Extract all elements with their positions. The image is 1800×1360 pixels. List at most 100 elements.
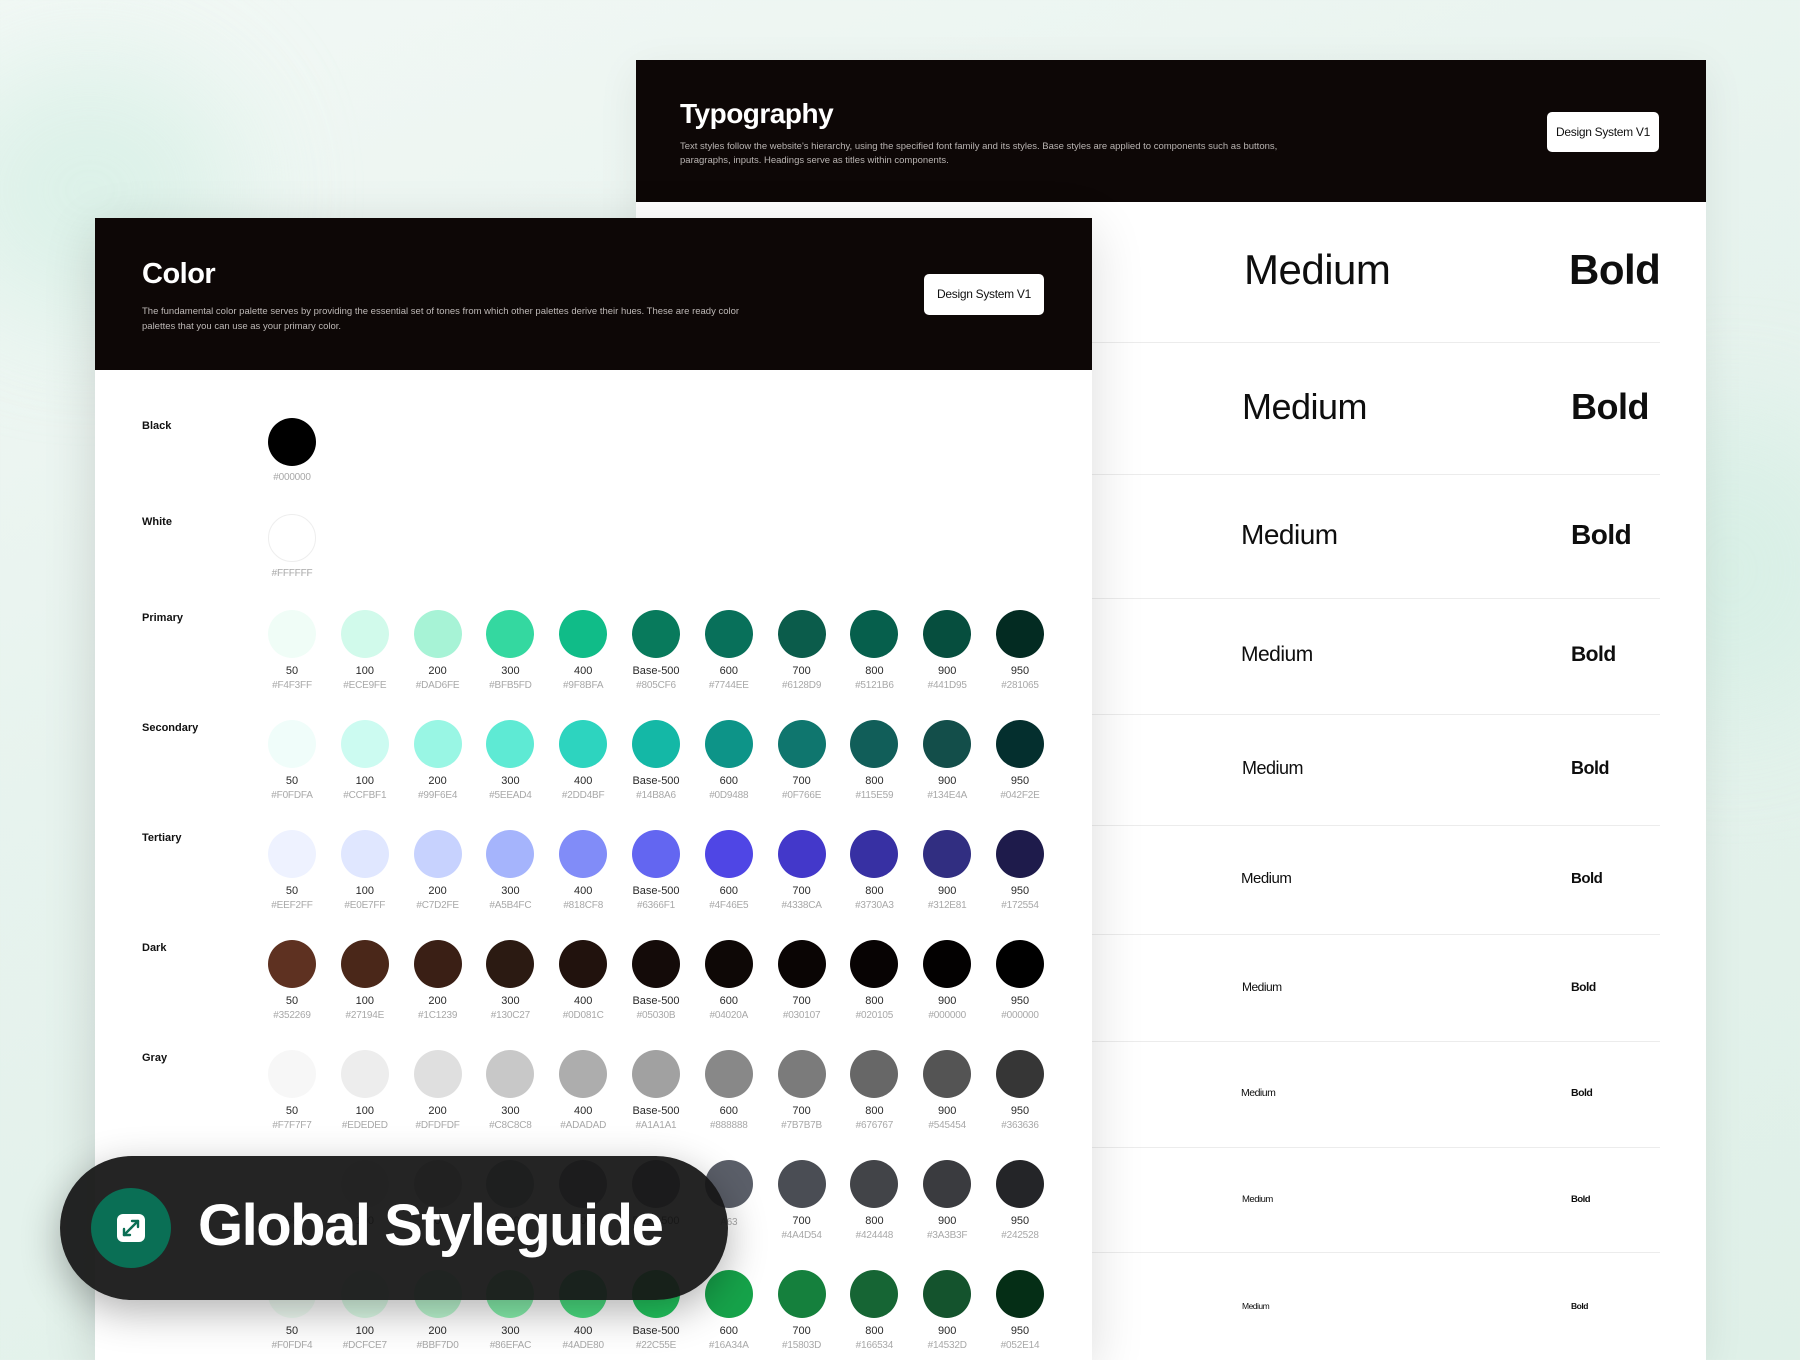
swatch-shade: 100	[355, 665, 374, 677]
swatch-circle	[923, 1050, 972, 1098]
color-swatch[interactable]: 50 #F7F7F7	[256, 1050, 328, 1133]
color-swatch[interactable]: 400 #ADADAD	[547, 1050, 619, 1133]
sample-bold: Bold	[1571, 980, 1596, 995]
swatch-circle	[340, 1050, 389, 1098]
swatch-circle	[268, 514, 316, 562]
color-swatch[interactable]: 950 #042F2E	[984, 720, 1056, 803]
color-swatch[interactable]: 950 #281065	[984, 610, 1056, 693]
badge-label: Global Styleguide	[198, 1193, 664, 1258]
swatch-shade: 300	[501, 1105, 520, 1117]
color-swatch[interactable]: 800 #676767	[838, 1050, 910, 1133]
color-swatch[interactable]: 600 #0D9488	[693, 720, 765, 803]
color-swatch[interactable]: 100 #CCFBF1	[329, 720, 401, 803]
color-swatch[interactable]: 100 #ECE9FE	[329, 610, 401, 693]
swatch-black[interactable]: #000000	[256, 418, 328, 485]
color-swatch[interactable]: 900 #000000	[911, 940, 983, 1023]
swatch-shade: 950	[1010, 775, 1030, 787]
color-swatch[interactable]: 800 #020105	[838, 940, 910, 1023]
color-swatch[interactable]: 900 #312E81	[911, 830, 983, 913]
swatch-circle	[923, 1160, 972, 1208]
swatch-circle	[996, 610, 1044, 658]
color-swatch[interactable]: 400 #9F8BFA	[547, 610, 619, 693]
color-swatch[interactable]: 100 #EDEDED	[329, 1050, 401, 1133]
color-swatch[interactable]: Base-500 #A1A1A1	[620, 1050, 692, 1133]
color-swatch[interactable]: 700 #4A4D54	[766, 1160, 838, 1243]
color-swatch[interactable]: 200 #99F6E4	[402, 720, 474, 803]
color-swatch[interactable]: 50 #F4F3FF	[256, 610, 328, 693]
color-swatch[interactable]: 300 #A5B4FC	[474, 830, 546, 913]
swatch-white[interactable]: #FFFFFF	[256, 514, 328, 581]
swatch-shade: 300	[501, 995, 520, 1007]
swatch-shade: 400	[574, 885, 593, 897]
color-swatch[interactable]: 950 #172554	[984, 830, 1056, 913]
color-swatch[interactable]: 200 #DFDFDF	[402, 1050, 474, 1133]
color-swatch[interactable]: 50 #352269	[256, 940, 328, 1023]
color-swatch[interactable]: 100 #27194E	[329, 940, 401, 1023]
color-swatch[interactable]: 50 #EEF2FF	[256, 830, 328, 913]
color-swatch[interactable]: 700 #15803D	[766, 1270, 838, 1353]
color-swatch[interactable]: 600 #4F46E5	[693, 830, 765, 913]
color-swatch[interactable]: 700 #0F766E	[766, 720, 838, 803]
swatch-shade: 800	[865, 885, 884, 897]
color-swatch[interactable]: 700 #7B7B7B	[766, 1050, 838, 1133]
color-swatch[interactable]: 950 #000000	[984, 940, 1056, 1023]
swatch-circle	[996, 940, 1044, 988]
swatch-circle	[704, 1050, 753, 1098]
swatch-shade: 200	[428, 885, 447, 897]
swatch-circle	[777, 1160, 826, 1208]
swatch-hex: #C8C8C8	[489, 1120, 532, 1131]
color-swatch[interactable]: 900 #14532D	[911, 1270, 983, 1353]
color-swatch[interactable]: 700 #6128D9	[766, 610, 838, 693]
color-swatch[interactable]: 800 #5121B6	[838, 610, 910, 693]
color-swatch[interactable]: Base-500 #805CF6	[620, 610, 692, 693]
color-swatch[interactable]: 600 #7744EE	[693, 610, 765, 693]
color-swatch[interactable]: 300 #C8C8C8	[474, 1050, 546, 1133]
color-swatch[interactable]: Base-500 #05030B	[620, 940, 692, 1023]
color-swatch[interactable]: 800 #115E59	[838, 720, 910, 803]
swatch-hex: #676767	[855, 1120, 894, 1131]
global-styleguide-badge[interactable]: Global Styleguide	[60, 1156, 728, 1300]
color-swatch[interactable]: 800 #3730A3	[838, 830, 910, 913]
color-swatch[interactable]: 400 #0D081C	[547, 940, 619, 1023]
color-swatch[interactable]: 800 #424448	[838, 1160, 910, 1243]
color-swatch[interactable]: 600 #16A34A	[693, 1270, 765, 1353]
color-swatch[interactable]: 900 #441D95	[911, 610, 983, 693]
color-swatch[interactable]: 300 #130C27	[474, 940, 546, 1023]
color-swatch[interactable]: 600 #888888	[693, 1050, 765, 1133]
color-swatch[interactable]: 900 #134E4A	[911, 720, 983, 803]
color-swatch[interactable]: 300 #BFB5FD	[474, 610, 546, 693]
color-swatch[interactable]: 900 #3A3B3F	[911, 1160, 983, 1243]
swatch-shade: 600	[719, 995, 738, 1007]
color-swatch[interactable]: 700 #030107	[766, 940, 838, 1023]
swatch-circle	[923, 1270, 972, 1318]
swatch-circle	[996, 720, 1044, 768]
color-swatch[interactable]: 200 #DAD6FE	[402, 610, 474, 693]
color-swatch[interactable]: Base-500 #6366F1	[620, 830, 692, 913]
swatch-circle	[777, 720, 826, 768]
color-swatch[interactable]: 50 #F0FDFA	[256, 720, 328, 803]
color-swatch[interactable]: 800 #166534	[838, 1270, 910, 1353]
color-swatch[interactable]: 200 #1C1239	[402, 940, 474, 1023]
design-system-badge[interactable]: Design System V1	[1547, 112, 1659, 152]
color-swatch[interactable]: 300 #5EEAD4	[474, 720, 546, 803]
swatch-circle	[777, 1270, 826, 1318]
color-swatch[interactable]: 900 #545454	[911, 1050, 983, 1133]
swatch-shade: 600	[719, 665, 738, 677]
color-swatch[interactable]: 950 #052E14	[984, 1270, 1056, 1353]
swatch-circle	[268, 610, 316, 658]
color-swatch[interactable]: 950 #363636	[984, 1050, 1056, 1133]
design-system-badge[interactable]: Design System V1	[924, 274, 1044, 315]
swatch-hex: #F0FDF4	[271, 1340, 313, 1351]
color-swatch[interactable]: 700 #4338CA	[766, 830, 838, 913]
color-swatch[interactable]: 600 #04020A	[693, 940, 765, 1023]
color-swatch[interactable]: 400 #818CF8	[547, 830, 619, 913]
sample-bold: Bold	[1571, 870, 1603, 888]
color-swatch[interactable]: Base-500 #14B8A6	[620, 720, 692, 803]
color-swatch[interactable]: 200 #C7D2FE	[402, 830, 474, 913]
color-swatch[interactable]: 950 #242528	[984, 1160, 1056, 1243]
swatch-shade: 200	[428, 1325, 447, 1337]
color-swatch[interactable]: 100 #E0E7FF	[329, 830, 401, 913]
sample-bold: Bold	[1571, 518, 1632, 550]
color-swatch[interactable]: 400 #2DD4BF	[547, 720, 619, 803]
swatch-hex: #5EEAD4	[489, 790, 532, 801]
